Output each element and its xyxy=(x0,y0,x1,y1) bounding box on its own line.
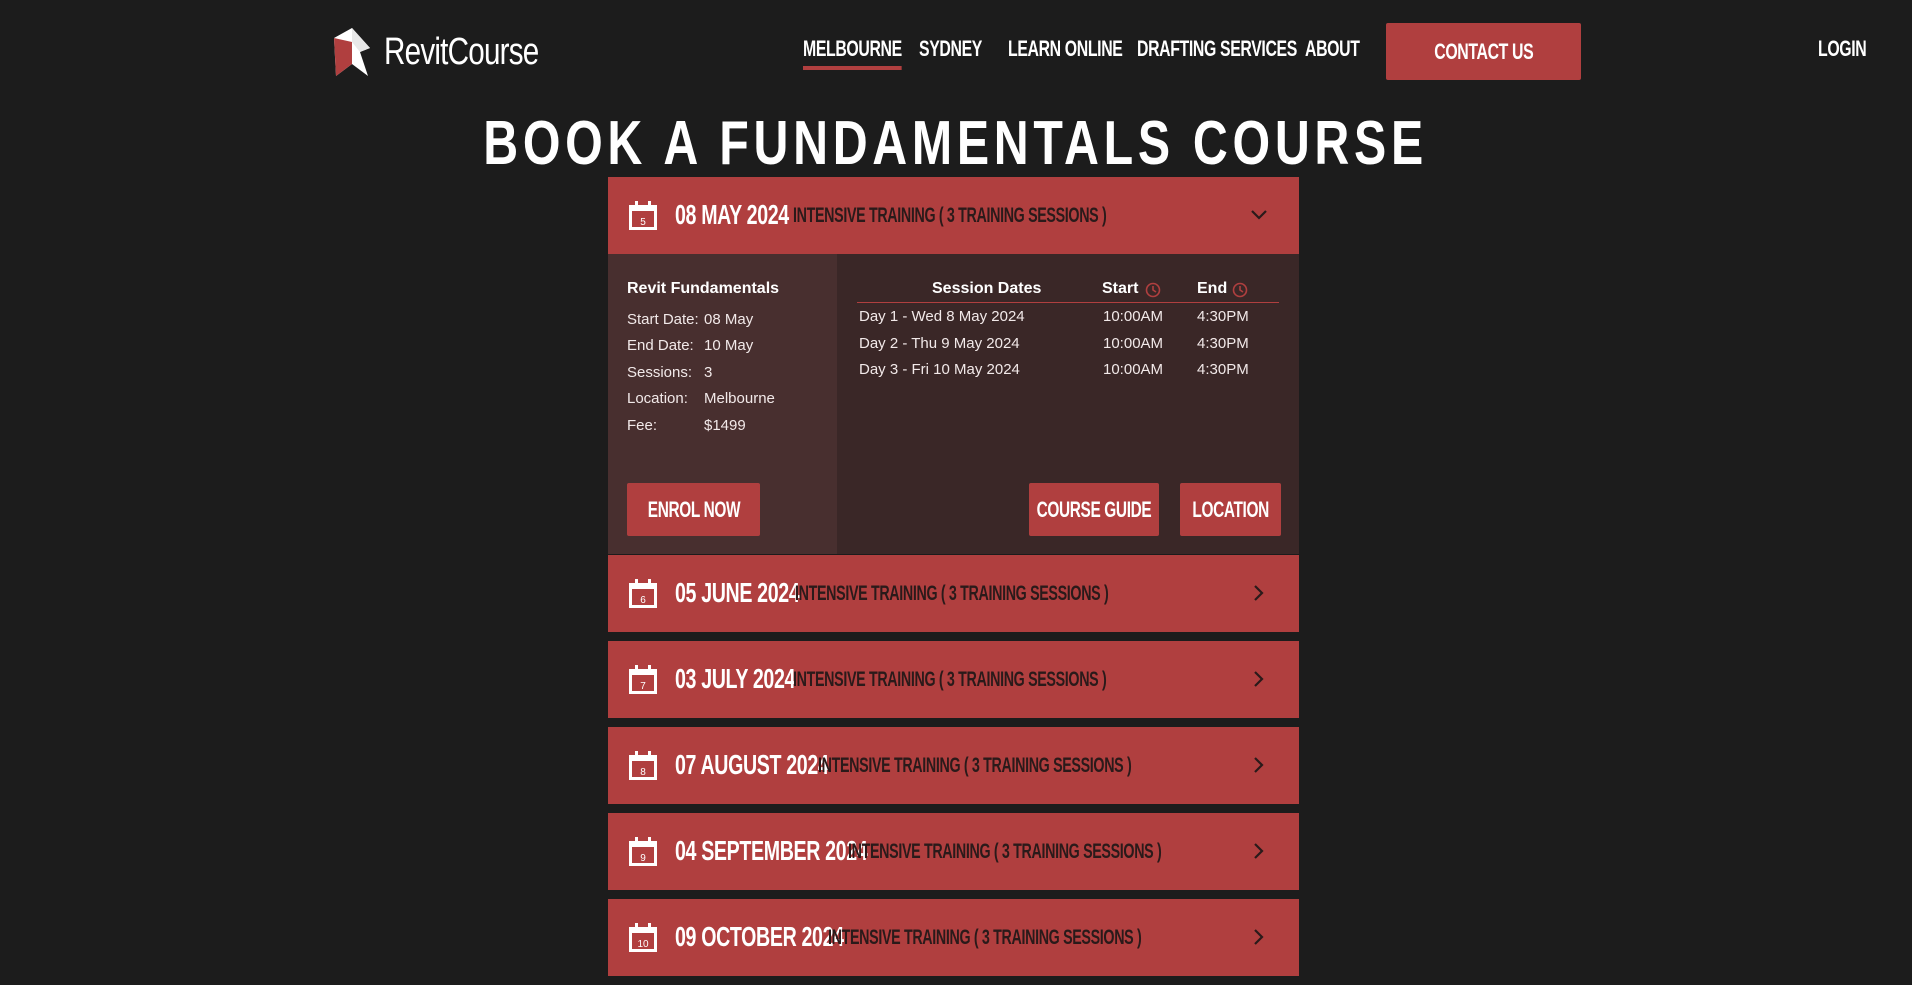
main-nav: MELBOURNE SYDNEY LEARN ONLINE DRAFTING S… xyxy=(0,0,1912,100)
course-summary: Revit Fundamentals Start Date: 08 May En… xyxy=(608,254,837,554)
detail-value: Melbourne xyxy=(704,390,775,408)
detail-value: 3 xyxy=(704,363,713,381)
session-day: Day 1 - Wed 8 May 2024 xyxy=(859,308,1025,325)
detail-value: 08 May xyxy=(704,310,754,328)
course-subtitle: INTENSIVE TRAINING ( 3 TRAINING SESSIONS… xyxy=(793,204,1107,227)
course-guide-button[interactable]: COURSE GUIDE xyxy=(1029,483,1159,536)
detail-label: End Date: xyxy=(627,337,694,355)
svg-text:8: 8 xyxy=(640,767,646,778)
course-header[interactable]: 10 09 OCTOBER 2024 INTENSIVE TRAINING ( … xyxy=(608,899,1299,976)
course-subtitle: INTENSIVE TRAINING ( 3 TRAINING SESSIONS… xyxy=(848,840,1162,863)
calendar-icon: 7 xyxy=(629,665,657,694)
course-subtitle: INTENSIVE TRAINING ( 3 TRAINING SESSIONS… xyxy=(795,582,1109,605)
clock-icon xyxy=(1145,282,1161,298)
course-subtitle: INTENSIVE TRAINING ( 3 TRAINING SESSIONS… xyxy=(818,754,1132,777)
session-day: Day 2 - Thu 9 May 2024 xyxy=(859,334,1020,352)
chevron-right-icon[interactable] xyxy=(1249,927,1269,947)
chevron-right-icon[interactable] xyxy=(1249,841,1269,861)
session-start: 10:00AM xyxy=(1103,334,1164,352)
chevron-right-icon[interactable] xyxy=(1249,755,1269,775)
detail-value: $1499 xyxy=(704,416,746,434)
course-item: 10 09 OCTOBER 2024 INTENSIVE TRAINING ( … xyxy=(608,899,1299,976)
detail-row: Fee: $1499 xyxy=(627,412,775,439)
session-end: 4:30PM xyxy=(1197,308,1249,325)
nav-item-sydney[interactable]: SYDNEY xyxy=(919,36,982,62)
header-session-dates: Session Dates xyxy=(932,280,1042,297)
header-start: Start xyxy=(1102,280,1139,297)
course-date: 07 AUGUST 2024 xyxy=(675,749,829,780)
course-date: 09 OCTOBER 2024 xyxy=(675,921,844,952)
course-subtitle: INTENSIVE TRAINING ( 3 TRAINING SESSIONS… xyxy=(828,926,1142,949)
course-item: 6 05 JUNE 2024 INTENSIVE TRAINING ( 3 TR… xyxy=(608,555,1299,632)
detail-row: End Date: 10 May xyxy=(627,333,775,360)
detail-row: Location: Melbourne xyxy=(627,386,775,413)
calendar-icon: 5 xyxy=(629,201,657,230)
course-date: 08 MAY 2024 xyxy=(675,199,789,230)
calendar-icon: 10 xyxy=(629,923,657,952)
course-header[interactable]: 5 08 MAY 2024 INTENSIVE TRAINING ( 3 TRA… xyxy=(608,177,1299,254)
course-details: Start Date: 08 May End Date: 10 May Sess… xyxy=(627,306,775,439)
nav-item-drafting-services[interactable]: DRAFTING SERVICES xyxy=(1137,36,1297,62)
detail-row: Sessions: 3 xyxy=(627,359,775,386)
contact-us-label: CONTACT US xyxy=(1433,38,1534,64)
session-end: 4:30PM xyxy=(1197,334,1249,352)
course-header[interactable]: 8 07 AUGUST 2024 INTENSIVE TRAINING ( 3 … xyxy=(608,727,1299,804)
session-start: 10:00AM xyxy=(1103,308,1164,325)
session-end: 4:30PM xyxy=(1197,361,1249,378)
nav-item-about[interactable]: ABOUT xyxy=(1305,36,1360,62)
course-date: 05 JUNE 2024 xyxy=(675,577,800,608)
session-table: Session Dates Start End Day 1 - Wed 8 Ma… xyxy=(857,278,1279,383)
calendar-icon: 6 xyxy=(629,579,657,608)
detail-row: Start Date: 08 May xyxy=(627,306,775,333)
session-start: 10:00AM xyxy=(1103,361,1164,378)
session-day: Day 3 - Fri 10 May 2024 xyxy=(859,361,1020,378)
detail-label: Sessions: xyxy=(627,363,693,381)
course-header[interactable]: 7 03 JULY 2024 INTENSIVE TRAINING ( 3 TR… xyxy=(608,641,1299,718)
session-row: Day 3 - Fri 10 May 2024 10:00AM 4:30PM xyxy=(857,356,1279,383)
course-header[interactable]: 9 04 SEPTEMBER 2024 INTENSIVE TRAINING (… xyxy=(608,813,1299,890)
location-button[interactable]: LOCATION xyxy=(1180,483,1281,536)
session-schedule: Session Dates Start End Day 1 - Wed 8 Ma… xyxy=(837,254,1299,554)
course-subtitle: INTENSIVE TRAINING ( 3 TRAINING SESSIONS… xyxy=(793,668,1107,691)
calendar-icon: 8 xyxy=(629,751,657,780)
chevron-down-icon[interactable] xyxy=(1249,205,1269,225)
chevron-right-icon[interactable] xyxy=(1249,583,1269,603)
course-date: 04 SEPTEMBER 2024 xyxy=(675,835,868,866)
contact-us-button[interactable]: CONTACT US xyxy=(1386,23,1581,80)
svg-text:9: 9 xyxy=(640,853,646,864)
detail-value: 10 May xyxy=(704,337,754,355)
location-label: LOCATION xyxy=(1192,496,1269,522)
site-header: RevitCourse MELBOURNE SYDNEY LEARN ONLIN… xyxy=(0,0,1912,100)
enrol-now-button[interactable]: ENROL NOW xyxy=(627,483,760,536)
svg-text:10: 10 xyxy=(637,939,649,950)
svg-text:7: 7 xyxy=(640,681,646,692)
course-item: 5 08 MAY 2024 INTENSIVE TRAINING ( 3 TRA… xyxy=(608,177,1299,554)
enrol-now-label: ENROL NOW xyxy=(647,496,740,522)
nav-item-melbourne[interactable]: MELBOURNE xyxy=(803,36,902,70)
calendar-icon: 9 xyxy=(629,837,657,866)
detail-label: Start Date: xyxy=(627,310,699,328)
detail-label: Fee: xyxy=(627,416,658,434)
session-table-header: Session Dates Start End xyxy=(857,278,1279,303)
login-link[interactable]: LOGIN xyxy=(1818,36,1867,62)
chevron-right-icon[interactable] xyxy=(1249,669,1269,689)
course-item: 7 03 JULY 2024 INTENSIVE TRAINING ( 3 TR… xyxy=(608,641,1299,718)
page-title: BOOK A FUNDAMENTALS COURSE xyxy=(483,109,1429,178)
clock-icon xyxy=(1232,282,1248,298)
session-row: Day 1 - Wed 8 May 2024 10:00AM 4:30PM xyxy=(857,303,1279,330)
course-item: 9 04 SEPTEMBER 2024 INTENSIVE TRAINING (… xyxy=(608,813,1299,890)
nav-item-learn-online[interactable]: LEARN ONLINE xyxy=(1008,36,1123,62)
svg-text:5: 5 xyxy=(640,217,646,228)
header-end: End xyxy=(1197,280,1228,297)
svg-text:6: 6 xyxy=(640,595,646,606)
course-item: 8 07 AUGUST 2024 INTENSIVE TRAINING ( 3 … xyxy=(608,727,1299,804)
course-date: 03 JULY 2024 xyxy=(675,663,796,694)
course-header[interactable]: 6 05 JUNE 2024 INTENSIVE TRAINING ( 3 TR… xyxy=(608,555,1299,632)
course-accordion: 5 08 MAY 2024 INTENSIVE TRAINING ( 3 TRA… xyxy=(608,177,1299,985)
detail-label: Location: xyxy=(627,390,688,408)
course-details-panel: Revit Fundamentals Start Date: 08 May En… xyxy=(608,254,1299,554)
session-row: Day 2 - Thu 9 May 2024 10:00AM 4:30PM xyxy=(857,330,1279,357)
course-guide-label: COURSE GUIDE xyxy=(1036,496,1152,522)
course-name: Revit Fundamentals xyxy=(627,280,780,297)
